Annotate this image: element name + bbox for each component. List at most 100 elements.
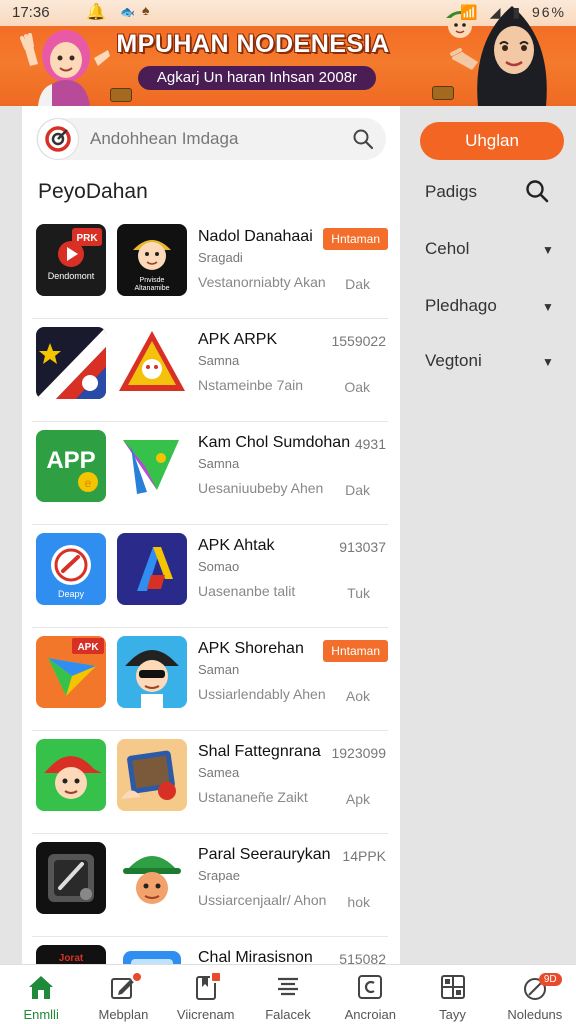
character-left-icon [20, 30, 110, 106]
app-description: Nstameinbe 7ain [198, 377, 304, 393]
nav-item-list[interactable]: Falacek [247, 965, 329, 1024]
icon-caption: APP [46, 447, 95, 474]
app-description: Ustananeñe Zaikt [198, 789, 308, 805]
app-size: Tuk [347, 585, 370, 601]
app-icon-video[interactable]: PRK Dendomont [36, 224, 106, 296]
icon-caption: Dendomont [48, 271, 95, 281]
app-description: Uesaniuubeby Ahen [198, 480, 324, 496]
app-icon-warning[interactable] [117, 327, 187, 399]
nav-item-bookmark[interactable]: Viicrenam [165, 965, 247, 1024]
status-badge[interactable]: Hntaman [323, 640, 388, 662]
filter-item-category[interactable]: Cehol [425, 239, 469, 259]
app-icon-speedometer[interactable]: Deapy [36, 533, 106, 605]
icon-badge: PRK [76, 233, 98, 244]
app-icon-flag[interactable] [36, 327, 106, 399]
status-bar: 17:36 🔔 🐟 ♠ 📶 ◢ ▮ 96% [0, 0, 576, 26]
list-item[interactable]: APK ARPK Samna Nstameinbe 7ain 1559022 O… [32, 319, 388, 422]
treasure-chest-icon [432, 86, 454, 100]
app-icon-green-hat-man[interactable] [117, 842, 187, 914]
app-icon-red-cap-boy[interactable] [36, 739, 106, 811]
app-size: Apk [345, 791, 370, 807]
app-subtitle: Srapae [198, 868, 240, 883]
nav-item-notifications[interactable]: 9D Noleduns [494, 965, 576, 1024]
app-title: Nadol Danahaai [198, 228, 313, 245]
svg-text:Altanamibe: Altanamibe [134, 285, 169, 292]
status-badge[interactable]: Hntaman [323, 228, 388, 250]
app-download-count: 4931 [354, 436, 386, 452]
filter-item-version[interactable]: Vegtoni [425, 351, 482, 371]
app-icon-apk-play[interactable]: APK [36, 636, 106, 708]
app-subtitle: Samna [198, 353, 240, 368]
app-subtitle: Somao [198, 559, 240, 574]
app-icon-play-shape[interactable] [117, 430, 187, 502]
search-icon[interactable] [352, 128, 374, 150]
search-icon[interactable] [524, 178, 550, 204]
app-size: Dak [345, 276, 370, 292]
app-icon-blue-screen[interactable] [117, 945, 187, 964]
search-bar[interactable] [36, 118, 386, 160]
chevron-down-icon[interactable]: ▼ [542, 355, 554, 369]
app-icon-cartoon-boy[interactable]: Pnvisde Altanamibe [117, 224, 187, 296]
app-download-count: 913037 [339, 539, 386, 555]
list-item[interactable]: Shal Fattegnrana Samea Ustananeñe Zaikt … [32, 731, 388, 834]
app-description: Uasenanbe talit [198, 583, 296, 599]
app-download-count: 14PPK [342, 848, 386, 864]
app-download-count: 515082 [339, 951, 386, 964]
app-icon-spy-character[interactable] [117, 636, 187, 708]
list-item[interactable]: APK APK Shorehan Saman Ussiarlendably Ah… [32, 628, 388, 731]
wifi-icon: 📶 [460, 4, 480, 20]
list-item[interactable]: PRK Dendomont Pnvisde Altanamibe Nadol D… [32, 216, 388, 319]
status-time: 17:36 [12, 4, 50, 21]
filter-item-search[interactable]: Padigs [425, 182, 477, 202]
cell-signal-icon: ◢ [489, 4, 503, 20]
app-size: Aok [345, 688, 370, 704]
app-subtitle: Samea [198, 765, 240, 780]
nav-label: Mebplan [98, 1007, 149, 1022]
chevron-down-icon[interactable]: ▼ [542, 300, 554, 314]
app-title: Chal Mirasisnon [198, 949, 313, 964]
nav-item-app[interactable]: Ancroian [329, 965, 411, 1024]
nav-item-edit[interactable]: Mebplan [82, 965, 164, 1024]
app-size: Oak [344, 379, 370, 395]
app-title: Shal Fattegnrana [198, 743, 321, 760]
app-title: APK Shorehan [198, 640, 304, 657]
notification-badge: 9D [538, 973, 562, 986]
upload-button[interactable]: Uhglan [420, 122, 564, 160]
app-icon-dark-tool[interactable] [36, 842, 106, 914]
nav-item-grid[interactable]: Tayy [411, 965, 493, 1024]
bell-decoration-icon: 🔔 [86, 4, 106, 21]
icon-caption: Deapy [58, 589, 85, 599]
list-item[interactable]: Paral Seeraurykan Srapae Ussiarcenjaalr/… [32, 834, 388, 937]
list-item[interactable]: Jorat Chal Mirasisnon 515082 [32, 937, 388, 964]
filter-panel: Uhglan Padigs Cehol ▼ Pledhago ▼ Vegtoni… [400, 106, 576, 964]
app-title: Kam Chol Sumdohan [198, 434, 351, 451]
app-icon-jorat[interactable]: Jorat [36, 945, 106, 964]
bottom-navigation: Enmlli Mebplan Viicrenam Falacek Ancroia… [0, 964, 576, 1024]
nav-label: Noleduns [507, 1007, 563, 1022]
nav-label: Enmlli [23, 1007, 59, 1022]
app-icon-letter-a[interactable] [117, 533, 187, 605]
list-item[interactable]: Deapy APK Ahtak Somao Uasenanbe talit 91… [32, 525, 388, 628]
app-icon-app-store[interactable]: APP e [36, 430, 106, 502]
nav-label: Viicrenam [176, 1007, 235, 1022]
chevron-down-icon[interactable]: ▼ [542, 243, 554, 257]
icon-badge: Jorat [59, 953, 84, 964]
app-icon-photo-frame[interactable] [117, 739, 187, 811]
svg-text:Pnvisde: Pnvisde [140, 277, 165, 284]
svg-text:e: e [85, 476, 92, 490]
filter-item-sort[interactable]: Pledhago [425, 296, 497, 316]
app-title: Paral Seeraurykan [198, 846, 331, 863]
app-size: Dak [345, 482, 370, 498]
app-list-panel: PeyoDahan PRK Dendomont [22, 106, 400, 964]
list-icon [277, 977, 298, 996]
nav-item-home[interactable]: Enmlli [0, 965, 82, 1024]
app-c-icon [358, 975, 383, 999]
notification-dot [131, 971, 144, 983]
app-description: Vestanorniabty Akan [198, 274, 326, 290]
drop-decoration-icon: ♠ [142, 2, 150, 18]
list-item[interactable]: APP e Kam Chol Sumdohan Samna Uesaniuube… [32, 422, 388, 525]
app-logo-icon [38, 119, 78, 159]
nav-label: Ancroian [344, 1007, 396, 1022]
fish-decoration-icon: 🐟 [120, 5, 135, 19]
search-input[interactable] [90, 129, 340, 149]
